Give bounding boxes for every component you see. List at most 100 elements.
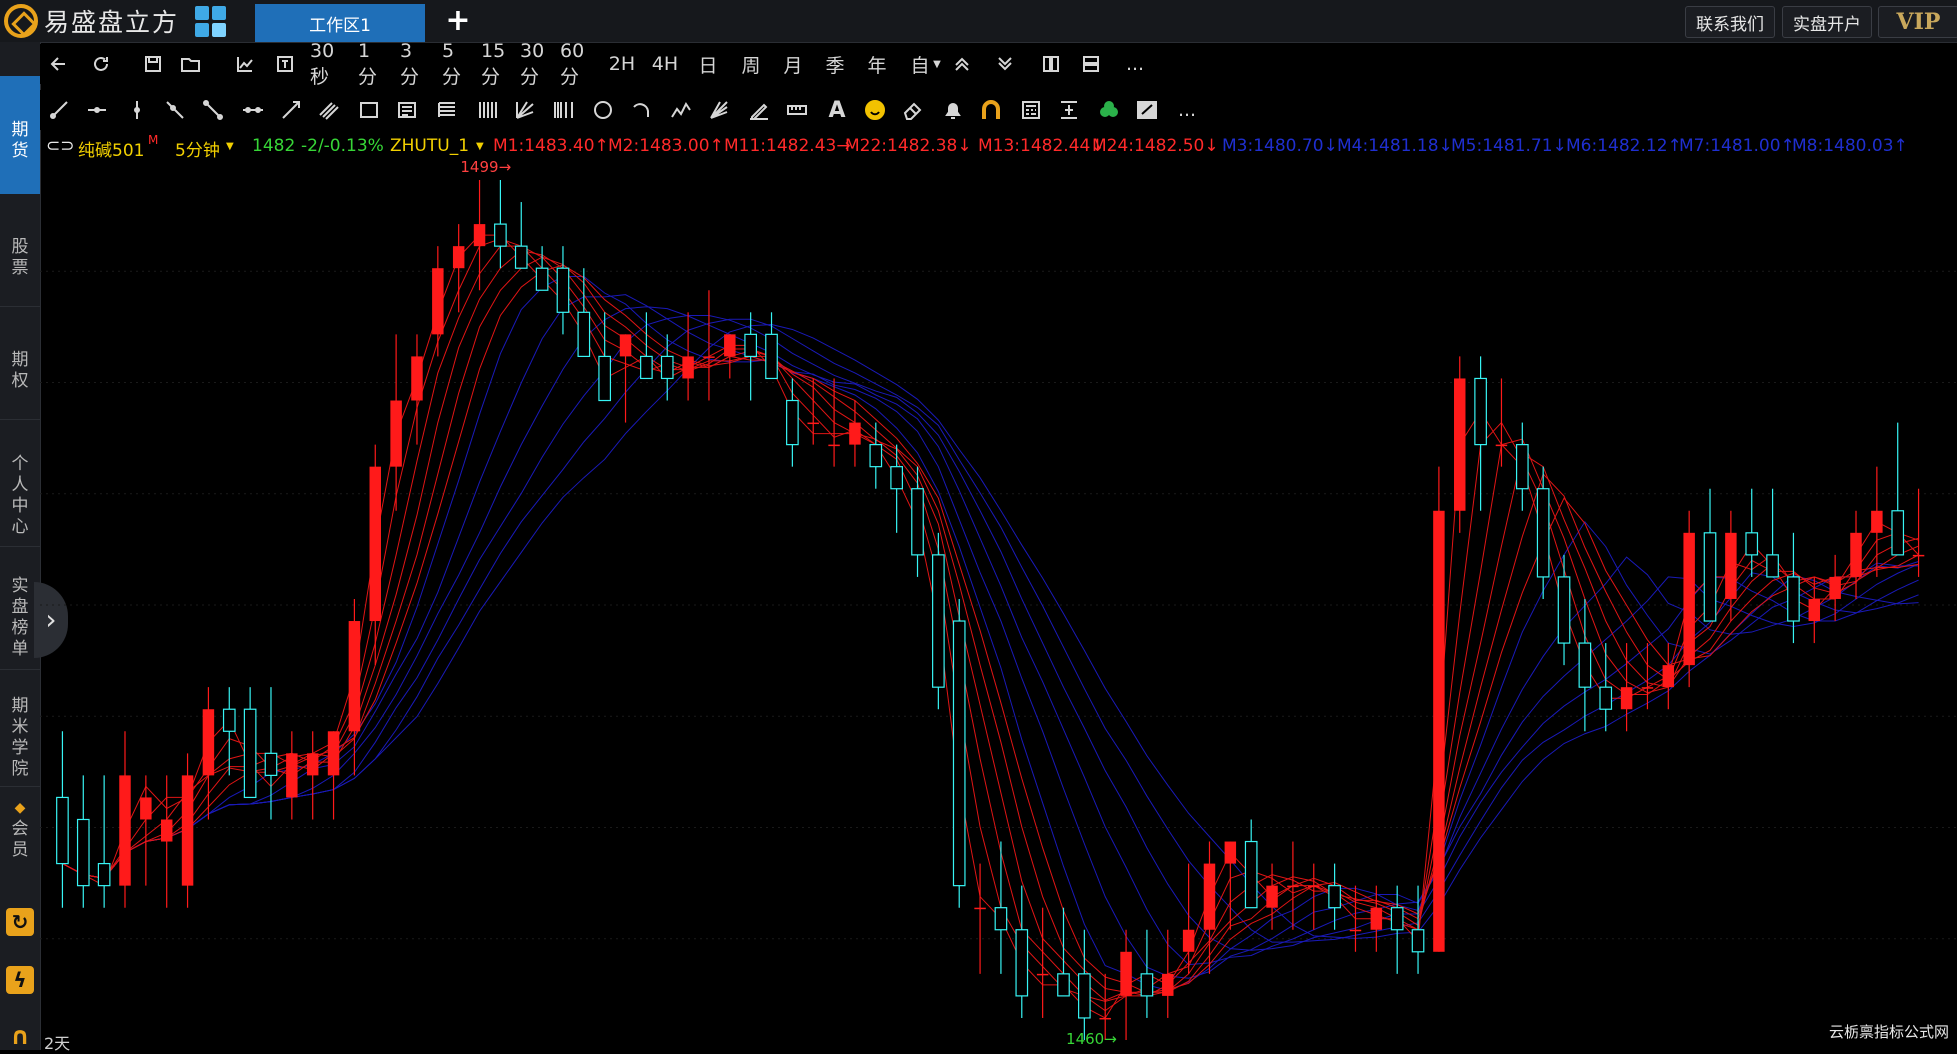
candle[interactable] [786, 378, 799, 467]
open-folder-icon[interactable] [176, 50, 206, 78]
candle[interactable] [1454, 356, 1466, 533]
period-year[interactable]: 年 [862, 50, 892, 78]
circle-tool-icon[interactable] [590, 96, 616, 124]
candle[interactable] [243, 687, 257, 799]
arc-tool-icon[interactable] [628, 96, 654, 124]
candle[interactable] [1578, 598, 1592, 732]
ray-tool-icon[interactable] [162, 96, 188, 124]
custom-dropdown-icon[interactable]: ▼ [930, 50, 944, 78]
candle[interactable] [1120, 929, 1132, 1040]
period-day[interactable]: 日 [693, 50, 723, 78]
candle[interactable] [1433, 466, 1445, 952]
candle[interactable] [390, 334, 402, 511]
tab-workspace-1[interactable]: 工作区1 [255, 4, 425, 42]
period-30s[interactable]: 30秒 [310, 40, 350, 88]
period-quarter[interactable]: 季 [820, 50, 850, 78]
candle[interactable] [514, 202, 528, 269]
period-60m[interactable]: 60分 [560, 40, 600, 88]
period-2h[interactable]: 2H [607, 50, 637, 78]
candle[interactable] [994, 841, 1008, 974]
candle[interactable] [952, 598, 966, 908]
period-dropdown-icon[interactable]: ▼ [226, 141, 234, 152]
candle[interactable] [1390, 885, 1404, 974]
candle[interactable] [911, 466, 924, 577]
apps-grid-icon[interactable] [195, 5, 227, 37]
period-5m[interactable]: 5分 [442, 40, 472, 88]
contract-name[interactable]: 纯碱501 [78, 136, 144, 161]
rectangle-tool-icon[interactable] [356, 96, 382, 124]
align-tool-icon[interactable] [1056, 96, 1082, 124]
lightning-icon[interactable]: ϟ [6, 966, 34, 994]
candle[interactable] [1787, 532, 1800, 644]
candle[interactable] [660, 334, 674, 401]
candle[interactable] [1515, 422, 1529, 511]
alert-bell-icon[interactable] [940, 96, 966, 124]
candle[interactable] [1162, 929, 1174, 1018]
candle[interactable] [1599, 643, 1613, 732]
candle[interactable] [890, 444, 903, 533]
candle[interactable] [556, 246, 570, 335]
candle[interactable] [1203, 841, 1216, 974]
vip-button[interactable]: VIP [1878, 6, 1957, 38]
toolbar-more[interactable]: ... [1120, 50, 1150, 78]
candle[interactable] [849, 400, 861, 467]
fib-fan-tool-icon[interactable] [512, 96, 538, 124]
candle[interactable] [369, 444, 381, 666]
add-tab-button[interactable]: + [440, 2, 476, 40]
vertical-line-tool-icon[interactable] [124, 96, 150, 124]
candle[interactable] [56, 731, 69, 908]
period-4h[interactable]: 4H [650, 50, 680, 78]
vip-replay-icon[interactable]: ↻ [6, 908, 34, 936]
candle[interactable] [1912, 488, 1925, 577]
candle[interactable] [140, 775, 152, 886]
segment-tool-icon[interactable] [46, 96, 72, 124]
sidebar-item-member[interactable]: ◆ 会员 [0, 790, 40, 900]
candle[interactable] [1683, 510, 1695, 688]
candle[interactable] [494, 180, 507, 269]
drawing-toolbar-more[interactable]: ... [1174, 96, 1200, 124]
sidebar-item-stocks[interactable]: 股票 [0, 197, 40, 307]
sidebar-item-personal-center[interactable]: 个人中心 [0, 422, 40, 547]
candle[interactable] [1140, 929, 1154, 1018]
candle[interactable] [1808, 576, 1821, 644]
period-3m[interactable]: 3分 [400, 40, 430, 88]
candle[interactable] [1620, 643, 1633, 732]
headset-icon[interactable]: ∩ [6, 1022, 34, 1050]
extended-line-tool-icon[interactable] [240, 96, 266, 124]
candle[interactable] [1015, 885, 1029, 1018]
candle[interactable] [724, 334, 736, 379]
candle[interactable] [432, 246, 444, 357]
candle[interactable] [473, 180, 486, 291]
candle[interactable] [411, 334, 423, 445]
candle[interactable] [869, 422, 883, 489]
period-selector[interactable]: 5分钟 [175, 136, 220, 161]
candle[interactable] [1850, 510, 1862, 599]
period-month[interactable]: 月 [778, 50, 808, 78]
arrow-tool-icon[interactable] [278, 96, 304, 124]
candle[interactable] [1328, 863, 1341, 930]
candle[interactable] [640, 312, 653, 380]
candle[interactable] [682, 312, 694, 401]
eraser-tool-icon[interactable] [900, 96, 926, 124]
candle[interactable] [1703, 488, 1717, 622]
layout-rows-icon[interactable] [1076, 50, 1106, 78]
candle[interactable] [828, 378, 840, 467]
candle[interactable] [1641, 643, 1654, 710]
sidebar-item-academy[interactable]: 期米学院 [0, 672, 40, 787]
sidebar-item-futures[interactable]: 期货 [0, 76, 40, 194]
emoji-tool-icon[interactable] [862, 96, 888, 124]
candle[interactable] [1495, 378, 1508, 467]
candle[interactable] [327, 731, 340, 820]
sidebar-item-options[interactable]: 期权 [0, 310, 40, 420]
candle[interactable] [1244, 819, 1258, 909]
candle[interactable] [619, 334, 632, 423]
candle[interactable] [598, 312, 612, 402]
trend-line-tool-icon[interactable] [200, 96, 226, 124]
speed-lines-tool-icon[interactable] [706, 96, 732, 124]
candle[interactable] [535, 246, 549, 291]
zoom-in-icon[interactable] [947, 50, 977, 78]
line-chart-icon[interactable] [230, 50, 260, 78]
back-icon[interactable] [44, 50, 74, 78]
chart-switch-icon[interactable]: ⊂⊃ [46, 136, 75, 156]
candle[interactable] [119, 731, 131, 908]
